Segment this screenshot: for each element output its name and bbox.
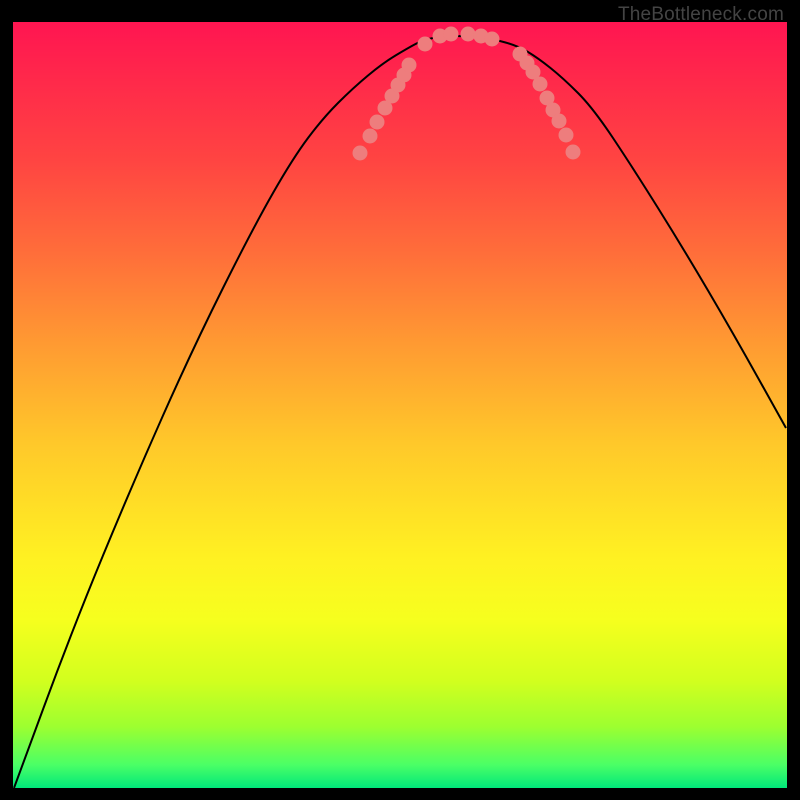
marker-dot: [485, 32, 500, 47]
chart-svg: [13, 22, 787, 788]
bottleneck-curve: [14, 36, 786, 788]
marker-dot: [552, 114, 567, 129]
markers: [353, 27, 581, 161]
marker-dot: [363, 129, 378, 144]
marker-dot: [533, 77, 548, 92]
chart-frame: TheBottleneck.com: [0, 0, 800, 800]
marker-dot: [353, 146, 368, 161]
marker-dot: [418, 37, 433, 52]
marker-dot: [566, 145, 581, 160]
marker-dot: [370, 115, 385, 130]
marker-dot: [402, 58, 417, 73]
marker-dot: [444, 27, 459, 42]
plot-area: [13, 22, 787, 788]
marker-dot: [559, 128, 574, 143]
marker-dot: [461, 27, 476, 42]
